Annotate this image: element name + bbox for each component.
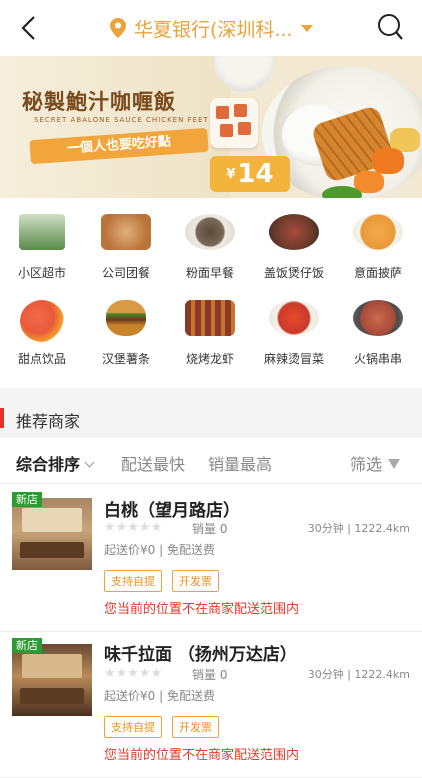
delivery-time-distance: 30分钟 | 1222.4km — [307, 668, 410, 681]
price-tag: ¥ 14 — [210, 156, 290, 192]
star-icons: ★★★★★ — [104, 520, 163, 535]
category-group-meal[interactable]: 公司团餐 — [84, 202, 168, 282]
category-rice-claypot[interactable]: 盖饭煲仔饭 — [252, 202, 336, 282]
new-shop-badge: 新店 — [12, 492, 42, 507]
filter-button[interactable]: 筛选 — [350, 451, 401, 475]
category-desserts-drinks[interactable]: 甜点饮品 — [0, 288, 84, 368]
price-value: 14 — [237, 159, 274, 189]
noodle-bowl-icon — [185, 214, 235, 250]
greens-image — [322, 186, 362, 198]
supermarket-icon — [19, 214, 65, 250]
back-arrow-icon[interactable] — [16, 14, 44, 42]
thumbnail-table — [20, 542, 84, 558]
thumbnail-table — [20, 688, 84, 704]
category-burger-fries[interactable]: 汉堡薯条 — [84, 288, 168, 368]
tab-label: 综合排序 — [16, 455, 81, 474]
banner-subtitle: SECRET ABALONE SAUCE CHICKEN FEET RICE — [34, 116, 233, 124]
banner-background — [0, 56, 230, 198]
spicy-soup-icon — [269, 300, 319, 336]
shop-name: 白桃（望月路店） — [104, 501, 240, 521]
invoice-badge: 开发票 — [172, 570, 219, 592]
divider — [0, 388, 422, 398]
delivery-fee: 起送价¥0 | 免配送费 — [104, 689, 215, 703]
sort-tabs: 综合排序 配送最快 销量最高 筛选 — [0, 438, 422, 484]
delivery-time-distance: 30分钟 | 1222.4km — [307, 522, 410, 535]
category-label: 小区超市 — [17, 266, 66, 280]
thumbnail-window — [22, 508, 82, 532]
skewer-icon — [185, 300, 235, 336]
category-label: 公司团餐 — [101, 266, 150, 280]
category-label: 汉堡薯条 — [101, 352, 150, 366]
carrot-image — [372, 148, 404, 174]
claypot-rice-icon — [269, 214, 319, 250]
lunchbox-icon — [101, 214, 151, 250]
category-label: 烧烤龙虾 — [185, 352, 234, 366]
category-pasta-pizza[interactable]: 意面披萨 — [336, 202, 420, 282]
category-grid: 小区超市 公司团餐 粉面早餐 盖饭煲仔饭 意面披萨 甜点饮品 汉堡薯条 烧烤龙虾… — [0, 198, 422, 580]
chevron-down-icon — [84, 457, 95, 468]
section-accent-bar — [0, 408, 4, 428]
location-selector[interactable]: 华夏银行(深圳科... — [110, 14, 313, 42]
delivery-fee: 起送价¥0 | 免配送费 — [104, 543, 215, 557]
self-pickup-badge: 支持自提 — [104, 716, 162, 738]
tab-fastest-delivery[interactable]: 配送最快 — [121, 451, 185, 475]
search-icon[interactable] — [376, 13, 404, 41]
tab-label: 配送最快 — [121, 455, 186, 474]
filter-label: 筛选 — [350, 455, 383, 474]
chevron-down-icon — [300, 24, 313, 32]
hotpot-icon — [353, 300, 403, 336]
category-bbq-lobster[interactable]: 烧烤龙虾 — [168, 288, 252, 368]
pasta-icon — [353, 214, 403, 250]
self-pickup-badge: 支持自提 — [104, 570, 162, 592]
shop-thumbnail — [12, 498, 92, 570]
new-shop-badge: 新店 — [12, 638, 42, 653]
category-label: 麻辣烫冒菜 — [263, 352, 324, 366]
category-label: 意面披萨 — [353, 266, 402, 280]
rating-stars: ★★★★★ — [104, 666, 162, 681]
invoice-badge: 开发票 — [172, 716, 219, 738]
top-bar: 华夏银行(深圳科... — [0, 0, 422, 56]
category-label: 甜点饮品 — [17, 352, 66, 366]
location-label: 华夏银行(深圳科... — [134, 18, 293, 41]
drink-icon — [20, 300, 64, 342]
shop-badges: 支持自提 开发票 — [104, 716, 219, 738]
promo-banner[interactable]: 秘製鮑汁咖喱飯 SECRET ABALONE SAUCE CHICKEN FEE… — [0, 56, 422, 198]
shop-sales: 销量 0 — [192, 522, 228, 536]
tab-sort-default[interactable]: 综合排序 — [16, 451, 95, 475]
section-title: 推荐商家 — [16, 412, 81, 431]
category-label: 粉面早餐 — [185, 266, 234, 280]
shop-badges: 支持自提 开发票 — [104, 570, 219, 592]
out-of-range-warning: 您当前的位置不在商家配送范围内 — [104, 602, 300, 617]
shop-card[interactable]: 新店 味千拉面 （扬州万达店） ★★★★★ 销量 0 30分钟 | 1222.4… — [0, 632, 422, 778]
side-dish-image — [210, 98, 258, 148]
tab-top-sales[interactable]: 销量最高 — [208, 451, 272, 475]
filter-icon — [388, 459, 401, 469]
category-noodles-breakfast[interactable]: 粉面早餐 — [168, 202, 252, 282]
shop-name: 味千拉面 （扬州万达店） — [104, 645, 297, 665]
shop-card[interactable]: 新店 白桃（望月路店） ★★★★★ 销量 0 30分钟 | 1222.4km 起… — [0, 486, 422, 632]
category-supermarket[interactable]: 小区超市 — [0, 202, 84, 282]
shop-thumbnail — [12, 644, 92, 716]
price-currency: ¥ — [226, 166, 236, 182]
out-of-range-warning: 您当前的位置不在商家配送范围内 — [104, 748, 300, 763]
section-header: 推荐商家 — [0, 398, 422, 438]
location-pin-icon — [110, 18, 126, 38]
category-spicy-hotpot[interactable]: 麻辣烫冒菜 — [252, 288, 336, 368]
category-label: 盖饭煲仔饭 — [263, 266, 324, 280]
category-label: 火锅串串 — [353, 352, 402, 366]
category-hotpot-skewers[interactable]: 火锅串串 — [336, 288, 420, 368]
thumbnail-window — [22, 654, 82, 678]
tab-label: 销量最高 — [208, 455, 273, 474]
shop-sales: 销量 0 — [192, 668, 228, 682]
burger-icon — [106, 300, 146, 336]
rating-stars: ★★★★★ — [104, 520, 162, 535]
banner-title: 秘製鮑汁咖喱飯 — [22, 89, 176, 114]
star-icons: ★★★★★ — [104, 666, 163, 681]
